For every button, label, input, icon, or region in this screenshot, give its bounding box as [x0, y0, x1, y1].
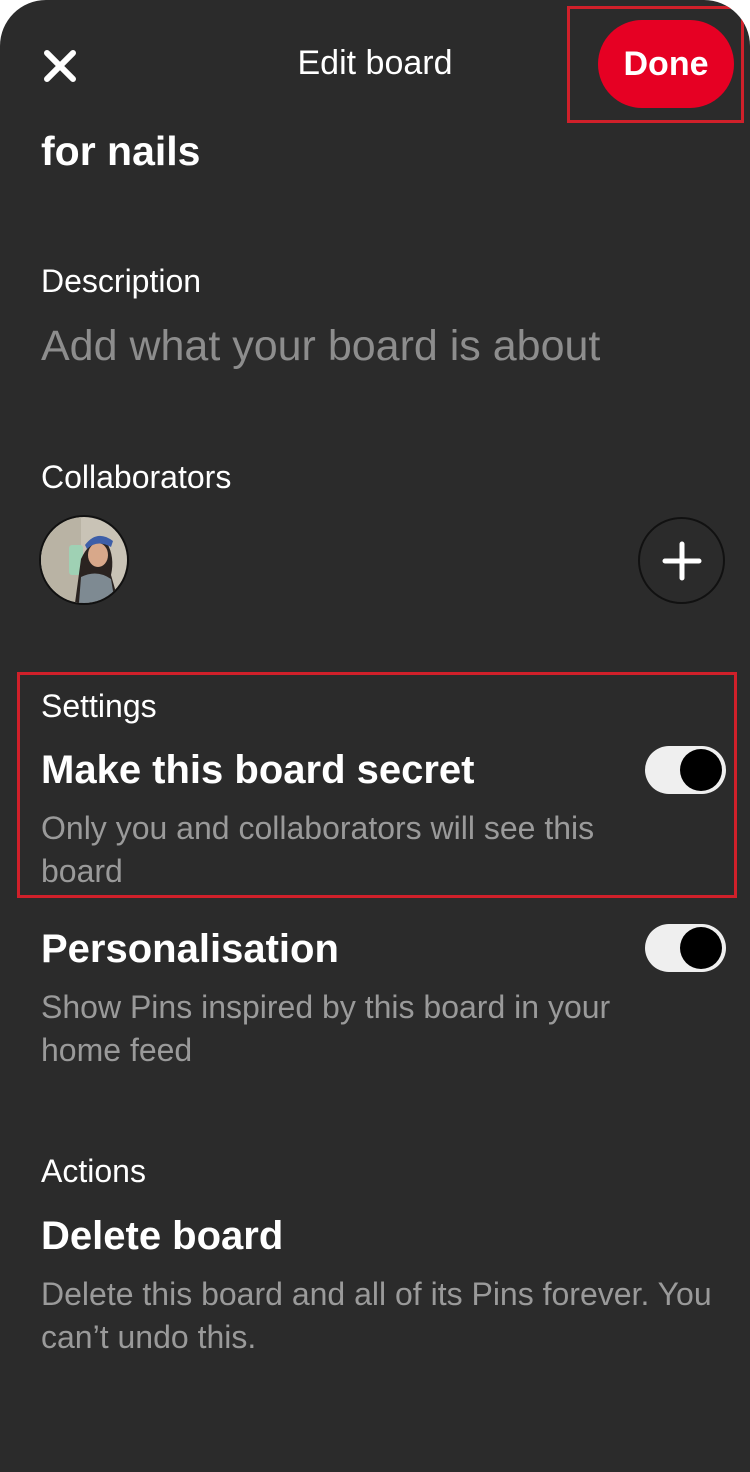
delete-board-button[interactable]: Delete board	[41, 1214, 283, 1259]
settings-label: Settings	[41, 688, 157, 724]
personalisation-title: Personalisation	[41, 927, 339, 971]
board-name-field[interactable]: for nails	[41, 128, 200, 175]
personalisation-subtitle: Show Pins inspired by this board in your…	[41, 989, 611, 1068]
collaborators-label: Collaborators	[41, 459, 232, 495]
avatar[interactable]	[39, 515, 129, 605]
actions-label: Actions	[41, 1153, 146, 1189]
delete-board-subtitle: Delete this board and all of its Pins fo…	[41, 1276, 712, 1355]
toggle-knob	[680, 749, 722, 791]
done-button[interactable]: Done	[598, 20, 734, 108]
secret-board-subtitle: Only you and collaborators will see this…	[41, 810, 595, 889]
personalisation-toggle[interactable]	[645, 924, 726, 972]
add-collaborator-button[interactable]	[638, 517, 725, 604]
secret-board-toggle[interactable]	[645, 746, 726, 794]
description-label: Description	[41, 263, 202, 299]
secret-board-title: Make this board secret	[41, 748, 475, 792]
avatar-photo	[41, 517, 127, 603]
toggle-knob	[680, 927, 722, 969]
edit-board-screen: Edit board Done for nails Description Ad…	[0, 0, 750, 1472]
plus-icon	[662, 541, 701, 580]
description-input[interactable]: Add what your board is about	[41, 322, 701, 371]
